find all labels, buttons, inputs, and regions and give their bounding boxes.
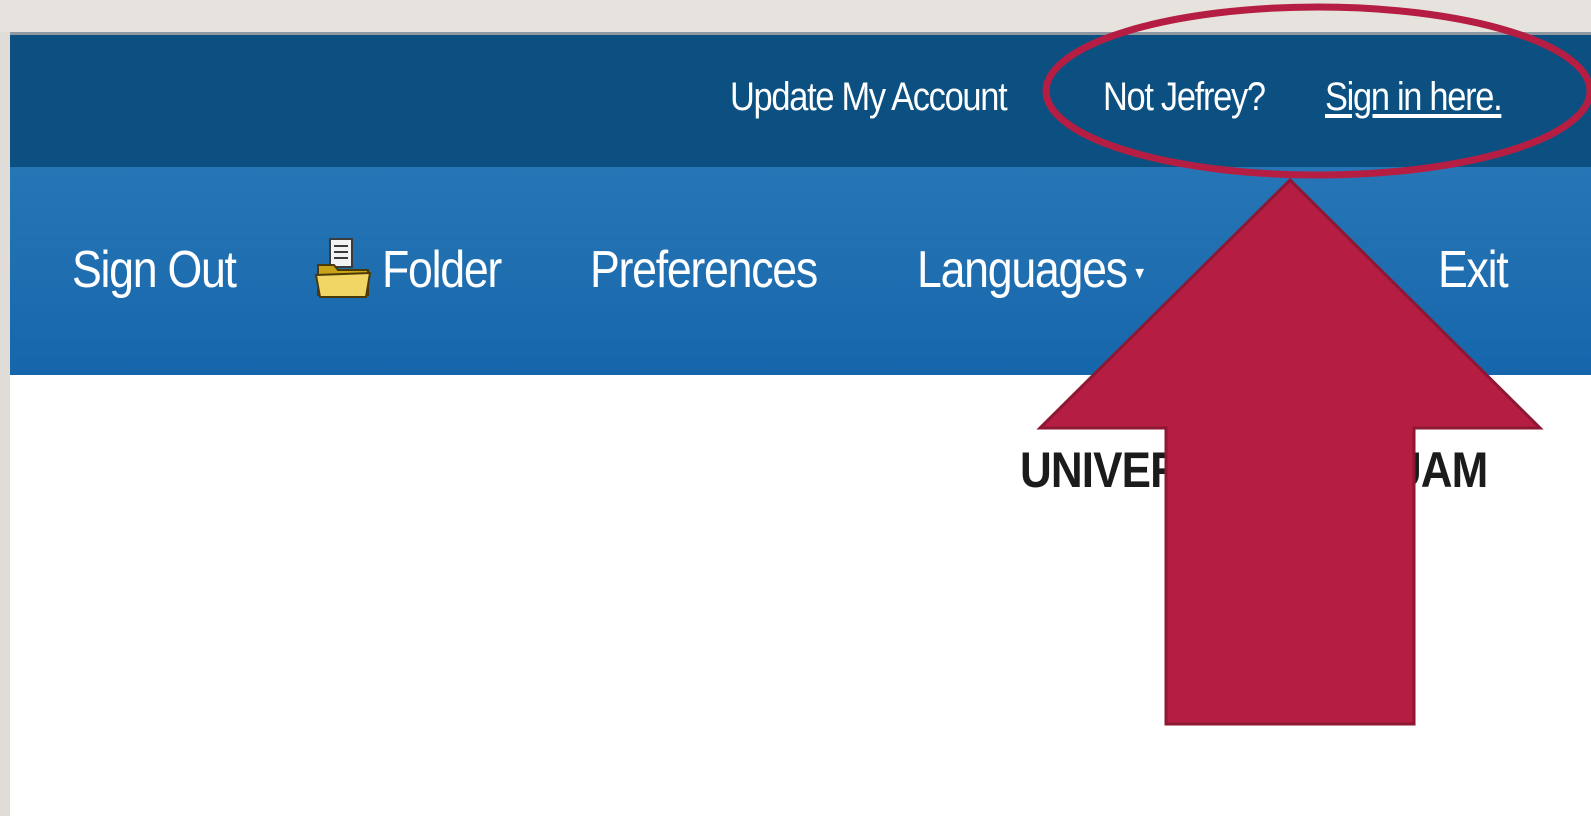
chevron-down-icon: ▾ [1135,262,1144,285]
languages-label: Languages [917,241,1128,299]
sign-in-link[interactable]: Sign in here. [1325,77,1503,117]
window-frame-top [0,0,1591,32]
nav-bar: Sign Out Folder Preferences Languages ▾ E… [10,167,1591,375]
main-content: UNIVERSITY OF GUAM [10,375,1591,816]
update-account-link[interactable]: Update My Account [730,77,1008,117]
languages-dropdown[interactable]: Languages ▾ [917,241,1144,299]
folder-icon [314,238,372,298]
institution-title: UNIVERSITY OF GUAM [1020,442,1488,498]
sign-out-button[interactable]: Sign Out [72,244,237,296]
preferences-button[interactable]: Preferences [590,244,818,296]
not-user-link[interactable]: Not Jefrey? [1103,77,1266,117]
window-frame-left [0,32,10,816]
exit-button[interactable]: Exit [1438,244,1509,296]
account-bar: Update My Account Not Jefrey? Sign in he… [10,32,1591,167]
folder-button[interactable]: Folder [382,244,502,296]
